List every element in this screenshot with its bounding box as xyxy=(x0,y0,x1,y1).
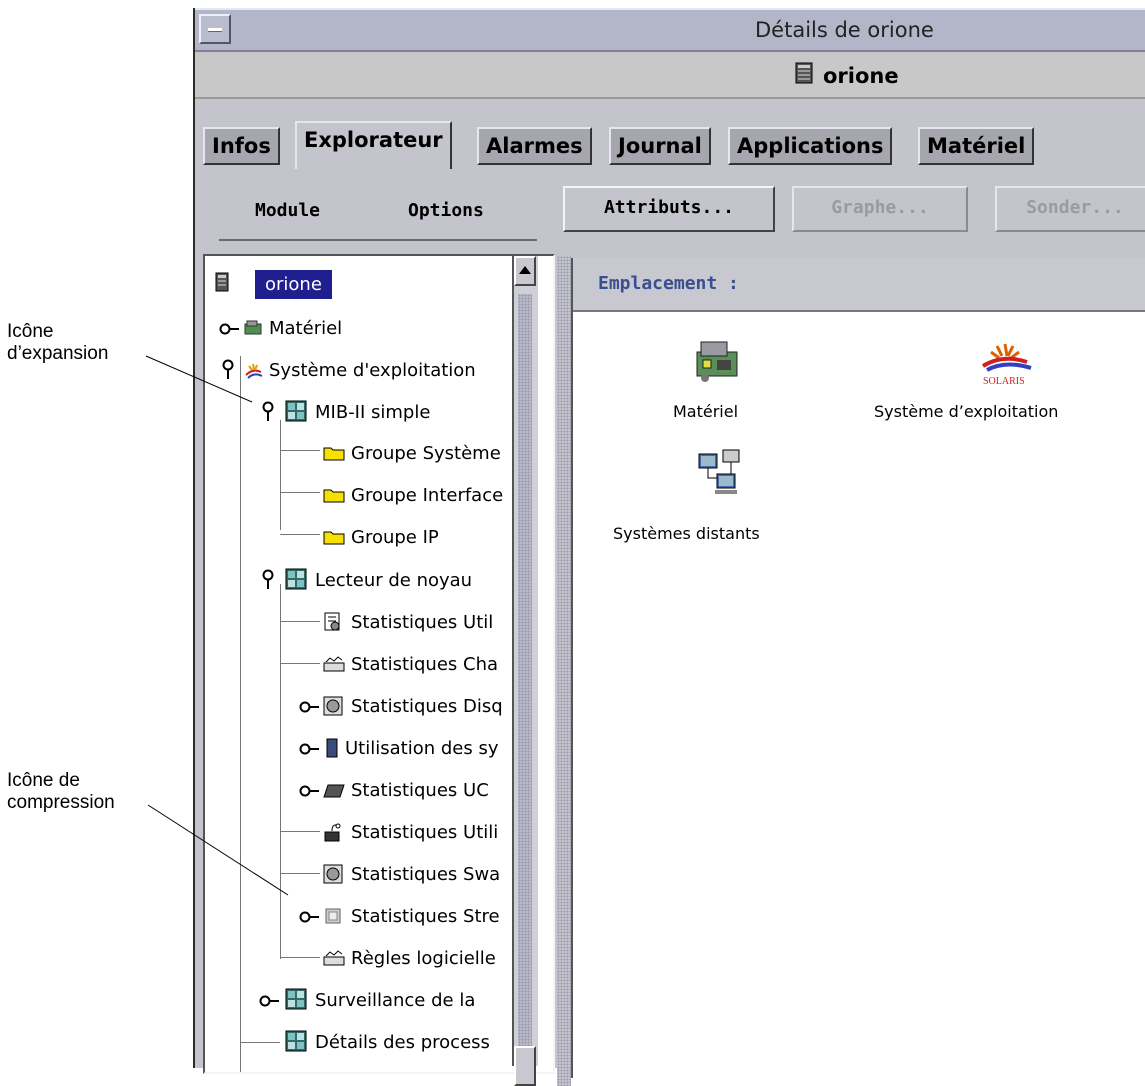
tab-applications[interactable]: Applications xyxy=(728,127,893,165)
hardware-icon xyxy=(696,341,738,382)
filesystem-icon xyxy=(326,738,338,758)
solaris-icon xyxy=(245,363,263,379)
expanded-toggle-icon[interactable] xyxy=(261,400,275,422)
solaris-logo-text: SOLARIS xyxy=(983,376,1025,387)
window-menu-button[interactable] xyxy=(199,14,231,44)
cpu-icon xyxy=(323,784,345,798)
tab-alarmes[interactable]: Alarmes xyxy=(477,127,592,165)
collapsed-toggle-icon[interactable] xyxy=(299,742,321,756)
expanded-toggle-icon[interactable] xyxy=(221,358,235,380)
collapsed-toggle-icon[interactable] xyxy=(299,784,321,798)
graph-button[interactable]: Graphe... xyxy=(792,186,968,232)
collapsed-toggle-icon[interactable] xyxy=(299,910,321,924)
content-panel: Emplacement : Matériel SOLARIS Système d… xyxy=(571,258,1145,1078)
swap-disk-icon xyxy=(323,864,343,884)
icon-materiel-label: Matériel xyxy=(673,402,739,421)
tab-explorateur[interactable]: Explorateur xyxy=(295,121,452,169)
host-name-bar: orione xyxy=(195,53,1145,99)
tab-journal[interactable]: Journal xyxy=(609,127,711,165)
tree-scrollbar[interactable] xyxy=(512,256,538,1086)
location-bar: Emplacement : xyxy=(573,258,1145,312)
panel-splitter[interactable] xyxy=(557,256,571,1086)
collapsed-toggle-icon[interactable] xyxy=(299,700,321,714)
module-icon xyxy=(285,988,307,1010)
module-icon xyxy=(285,1030,307,1052)
menu-divider xyxy=(219,239,537,241)
attributes-button[interactable]: Attributs... xyxy=(563,186,775,232)
icon-materiel[interactable] xyxy=(693,338,743,390)
icon-systeme-label: Système d’exploitation xyxy=(874,402,1059,421)
host-icon xyxy=(795,62,813,84)
tree-panel: orione Matériel Système d'exploitation M… xyxy=(203,254,555,1074)
document-chart-icon xyxy=(324,612,340,631)
folder-icon xyxy=(323,531,345,545)
location-label: Emplacement : xyxy=(598,273,739,294)
user-terminal-icon xyxy=(324,823,341,842)
disk-icon xyxy=(323,696,343,716)
arrow-up-icon xyxy=(519,266,531,274)
menu-module[interactable]: Module xyxy=(255,200,320,221)
title-bar: Détails de orione xyxy=(195,8,1145,52)
expand-annotation: Icône d’expansion xyxy=(7,321,109,364)
icon-systemes-distants-label: Systèmes distants xyxy=(613,524,760,543)
folder-icon xyxy=(323,489,345,503)
chip-icon xyxy=(325,908,341,924)
module-icon xyxy=(285,568,307,590)
menu-options[interactable]: Options xyxy=(408,200,484,221)
tab-materiel[interactable]: Matériel xyxy=(918,127,1035,165)
window-title: Détails de orione xyxy=(755,18,934,42)
collapse-annotation: Icône de compression xyxy=(7,770,115,813)
rules-icon xyxy=(323,950,345,966)
probe-button[interactable]: Sonder... xyxy=(995,186,1145,232)
tab-infos[interactable]: Infos xyxy=(203,127,280,165)
scroll-track[interactable] xyxy=(518,294,532,1054)
icon-systeme[interactable]: SOLARIS xyxy=(973,338,1037,392)
folder-icon xyxy=(323,447,345,461)
tree-root-label[interactable]: orione xyxy=(255,270,332,299)
host-icon xyxy=(215,272,229,292)
module-icon xyxy=(285,400,307,422)
host-name: orione xyxy=(823,64,899,88)
icon-systemes-distants[interactable] xyxy=(697,448,743,500)
load-chart-icon xyxy=(323,656,345,672)
expanded-toggle-icon[interactable] xyxy=(261,568,275,590)
details-window: Détails de orione orione Infos Explorate… xyxy=(193,8,1145,1086)
collapsed-toggle-icon[interactable] xyxy=(219,322,241,336)
scroll-up-button[interactable] xyxy=(514,256,536,286)
scroll-thumb[interactable] xyxy=(514,1046,536,1086)
remote-systems-icon xyxy=(698,449,740,494)
solaris-logo-icon: SOLARIS xyxy=(981,343,1032,387)
collapsed-toggle-icon[interactable] xyxy=(259,994,281,1008)
hardware-icon xyxy=(244,320,262,335)
